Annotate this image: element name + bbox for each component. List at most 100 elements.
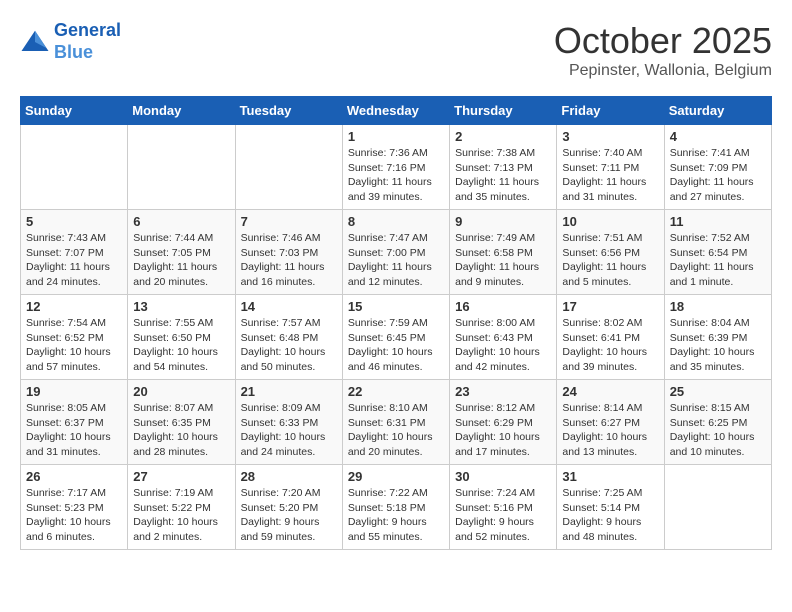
day-number: 9 [455, 214, 551, 229]
cell-info: Sunrise: 7:51 AMSunset: 6:56 PMDaylight:… [562, 231, 658, 290]
calendar-table: SundayMondayTuesdayWednesdayThursdayFrid… [20, 96, 772, 550]
cell-info: Sunrise: 8:07 AMSunset: 6:35 PMDaylight:… [133, 401, 229, 460]
cell-info: Sunrise: 8:04 AMSunset: 6:39 PMDaylight:… [670, 316, 766, 375]
calendar-cell: 13 Sunrise: 7:55 AMSunset: 6:50 PMDayligh… [128, 295, 235, 380]
cell-info: Sunrise: 7:59 AMSunset: 6:45 PMDaylight:… [348, 316, 444, 375]
cell-info: Sunrise: 7:38 AMSunset: 7:13 PMDaylight:… [455, 146, 551, 205]
cell-info: Sunrise: 7:22 AMSunset: 5:18 PMDaylight:… [348, 486, 444, 545]
calendar-cell: 29 Sunrise: 7:22 AMSunset: 5:18 PMDayligh… [342, 465, 449, 550]
cell-info: Sunrise: 7:24 AMSunset: 5:16 PMDaylight:… [455, 486, 551, 545]
weekday-header: Monday [128, 97, 235, 125]
calendar-cell: 5 Sunrise: 7:43 AMSunset: 7:07 PMDaylight… [21, 210, 128, 295]
calendar-cell: 6 Sunrise: 7:44 AMSunset: 7:05 PMDaylight… [128, 210, 235, 295]
weekday-header: Sunday [21, 97, 128, 125]
cell-info: Sunrise: 8:14 AMSunset: 6:27 PMDaylight:… [562, 401, 658, 460]
calendar-cell: 16Sunrise: 8:00 AMSunset: 6:43 PMDayligh… [450, 295, 557, 380]
cell-info: Sunrise: 7:40 AMSunset: 7:11 PMDaylight:… [562, 146, 658, 205]
calendar-cell: 8 Sunrise: 7:47 AMSunset: 7:00 PMDaylight… [342, 210, 449, 295]
weekday-header: Wednesday [342, 97, 449, 125]
day-number: 12 [26, 299, 122, 314]
calendar-week-row: 19Sunrise: 8:05 AMSunset: 6:37 PMDayligh… [21, 380, 772, 465]
logo-text: GeneralBlue [54, 20, 121, 63]
day-number: 29 [348, 469, 444, 484]
day-number: 13 [133, 299, 229, 314]
calendar-cell: 19Sunrise: 8:05 AMSunset: 6:37 PMDayligh… [21, 380, 128, 465]
day-number: 4 [670, 129, 766, 144]
day-number: 14 [241, 299, 337, 314]
cell-info: Sunrise: 7:43 AMSunset: 7:07 PMDaylight:… [26, 231, 122, 290]
calendar-cell: 4 Sunrise: 7:41 AMSunset: 7:09 PMDaylight… [664, 125, 771, 210]
cell-info: Sunrise: 8:12 AMSunset: 6:29 PMDaylight:… [455, 401, 551, 460]
day-number: 1 [348, 129, 444, 144]
cell-info: Sunrise: 7:19 AMSunset: 5:22 PMDaylight:… [133, 486, 229, 545]
calendar-cell: 15Sunrise: 7:59 AMSunset: 6:45 PMDayligh… [342, 295, 449, 380]
calendar-cell: 3 Sunrise: 7:40 AMSunset: 7:11 PMDaylight… [557, 125, 664, 210]
day-number: 20 [133, 384, 229, 399]
day-number: 3 [562, 129, 658, 144]
day-number: 31 [562, 469, 658, 484]
weekday-header: Friday [557, 97, 664, 125]
cell-info: Sunrise: 7:20 AMSunset: 5:20 PMDaylight:… [241, 486, 337, 545]
calendar-cell: 18 Sunrise: 8:04 AMSunset: 6:39 PMDayligh… [664, 295, 771, 380]
cell-info: Sunrise: 7:46 AMSunset: 7:03 PMDaylight:… [241, 231, 337, 290]
calendar-cell: 2Sunrise: 7:38 AMSunset: 7:13 PMDaylight… [450, 125, 557, 210]
cell-info: Sunrise: 7:55 AMSunset: 6:50 PMDaylight:… [133, 316, 229, 375]
calendar-week-row: 1 Sunrise: 7:36 AMSunset: 7:16 PMDaylight… [21, 125, 772, 210]
weekday-header: Tuesday [235, 97, 342, 125]
month-title: October 2025 [554, 20, 772, 62]
calendar-cell [664, 465, 771, 550]
calendar-cell: 20 Sunrise: 8:07 AMSunset: 6:35 PMDayligh… [128, 380, 235, 465]
cell-info: Sunrise: 7:36 AMSunset: 7:16 PMDaylight:… [348, 146, 444, 205]
cell-info: Sunrise: 7:25 AMSunset: 5:14 PMDaylight:… [562, 486, 658, 545]
cell-info: Sunrise: 7:54 AMSunset: 6:52 PMDaylight:… [26, 316, 122, 375]
cell-info: Sunrise: 7:44 AMSunset: 7:05 PMDaylight:… [133, 231, 229, 290]
weekday-header: Saturday [664, 97, 771, 125]
cell-info: Sunrise: 7:57 AMSunset: 6:48 PMDaylight:… [241, 316, 337, 375]
cell-info: Sunrise: 8:10 AMSunset: 6:31 PMDaylight:… [348, 401, 444, 460]
title-block: October 2025 Pepinster, Wallonia, Belgiu… [554, 20, 772, 80]
cell-info: Sunrise: 8:15 AMSunset: 6:25 PMDaylight:… [670, 401, 766, 460]
day-number: 8 [348, 214, 444, 229]
day-number: 26 [26, 469, 122, 484]
day-number: 27 [133, 469, 229, 484]
day-number: 24 [562, 384, 658, 399]
calendar-week-row: 5 Sunrise: 7:43 AMSunset: 7:07 PMDaylight… [21, 210, 772, 295]
logo: GeneralBlue [20, 20, 121, 63]
day-number: 25 [670, 384, 766, 399]
cell-info: Sunrise: 7:49 AMSunset: 6:58 PMDaylight:… [455, 231, 551, 290]
calendar-cell: 21Sunrise: 8:09 AMSunset: 6:33 PMDayligh… [235, 380, 342, 465]
page-header: GeneralBlue October 2025 Pepinster, Wall… [20, 20, 772, 80]
cell-info: Sunrise: 7:41 AMSunset: 7:09 PMDaylight:… [670, 146, 766, 205]
day-number: 5 [26, 214, 122, 229]
day-number: 11 [670, 214, 766, 229]
calendar-cell: 11 Sunrise: 7:52 AMSunset: 6:54 PMDayligh… [664, 210, 771, 295]
calendar-cell: 25 Sunrise: 8:15 AMSunset: 6:25 PMDayligh… [664, 380, 771, 465]
calendar-cell: 12 Sunrise: 7:54 AMSunset: 6:52 PMDayligh… [21, 295, 128, 380]
calendar-cell: 22 Sunrise: 8:10 AMSunset: 6:31 PMDayligh… [342, 380, 449, 465]
cell-info: Sunrise: 8:09 AMSunset: 6:33 PMDaylight:… [241, 401, 337, 460]
cell-info: Sunrise: 7:17 AMSunset: 5:23 PMDaylight:… [26, 486, 122, 545]
calendar-cell [235, 125, 342, 210]
calendar-cell: 26 Sunrise: 7:17 AMSunset: 5:23 PMDayligh… [21, 465, 128, 550]
day-number: 7 [241, 214, 337, 229]
calendar-cell: 10Sunrise: 7:51 AMSunset: 6:56 PMDayligh… [557, 210, 664, 295]
day-number: 17 [562, 299, 658, 314]
calendar-cell: 23 Sunrise: 8:12 AMSunset: 6:29 PMDayligh… [450, 380, 557, 465]
calendar-cell: 17 Sunrise: 8:02 AMSunset: 6:41 PMDayligh… [557, 295, 664, 380]
day-number: 16 [455, 299, 551, 314]
calendar-cell: 14 Sunrise: 7:57 AMSunset: 6:48 PMDayligh… [235, 295, 342, 380]
cell-info: Sunrise: 7:47 AMSunset: 7:00 PMDaylight:… [348, 231, 444, 290]
calendar-week-row: 12 Sunrise: 7:54 AMSunset: 6:52 PMDayligh… [21, 295, 772, 380]
logo-icon [20, 27, 50, 57]
cell-info: Sunrise: 8:05 AMSunset: 6:37 PMDaylight:… [26, 401, 122, 460]
cell-info: Sunrise: 7:52 AMSunset: 6:54 PMDaylight:… [670, 231, 766, 290]
day-number: 23 [455, 384, 551, 399]
day-number: 30 [455, 469, 551, 484]
cell-info: Sunrise: 8:02 AMSunset: 6:41 PMDaylight:… [562, 316, 658, 375]
day-number: 6 [133, 214, 229, 229]
day-number: 18 [670, 299, 766, 314]
calendar-week-row: 26 Sunrise: 7:17 AMSunset: 5:23 PMDayligh… [21, 465, 772, 550]
day-number: 22 [348, 384, 444, 399]
day-number: 28 [241, 469, 337, 484]
calendar-cell: 28 Sunrise: 7:20 AMSunset: 5:20 PMDayligh… [235, 465, 342, 550]
